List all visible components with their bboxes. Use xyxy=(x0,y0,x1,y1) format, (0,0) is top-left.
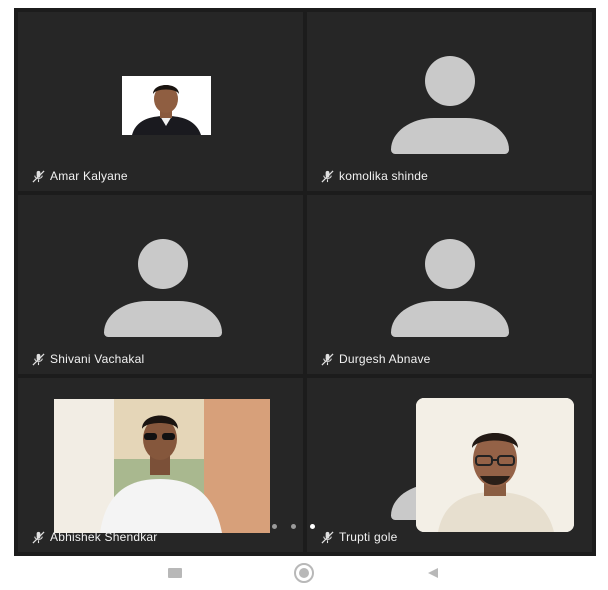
participant-tile[interactable]: komolika shinde xyxy=(307,12,592,191)
avatar-placeholder-icon xyxy=(391,239,509,339)
participant-name: komolika shinde xyxy=(339,169,429,183)
page-indicator xyxy=(272,524,315,529)
avatar-placeholder-icon xyxy=(391,56,509,156)
participant-photo xyxy=(122,76,211,135)
system-nav-bar xyxy=(0,556,608,590)
mic-muted-icon xyxy=(32,169,45,183)
page-dot-active[interactable] xyxy=(310,524,315,529)
home-button[interactable] xyxy=(292,561,316,585)
mic-muted-icon xyxy=(321,169,334,183)
home-icon xyxy=(293,563,314,583)
self-view-video[interactable] xyxy=(416,398,574,532)
recents-icon xyxy=(167,568,182,578)
avatar-placeholder-icon xyxy=(104,239,222,339)
participant-name-label: Trupti gole xyxy=(321,530,397,544)
recents-button[interactable] xyxy=(163,561,187,585)
mic-muted-icon xyxy=(321,352,334,366)
mic-muted-icon xyxy=(321,530,334,544)
participant-tile[interactable]: Amar Kalyane xyxy=(18,12,303,191)
participant-name-label: Amar Kalyane xyxy=(32,169,128,183)
participant-name-label: Durgesh Abnave xyxy=(321,352,431,366)
participant-name-label: Shivani Vachakal xyxy=(32,352,144,366)
participant-name-label: komolika shinde xyxy=(321,169,428,183)
participant-name: Trupti gole xyxy=(339,530,398,544)
back-icon xyxy=(428,568,439,578)
participant-photo xyxy=(54,399,270,533)
participant-tile[interactable]: Abhishek Shendkar xyxy=(18,378,303,552)
mic-muted-icon xyxy=(32,352,45,366)
back-button[interactable] xyxy=(421,561,445,585)
participant-name-label: Abhishek Shendkar xyxy=(32,530,157,544)
participant-tile[interactable]: Shivani Vachakal xyxy=(18,195,303,374)
participant-name: Amar Kalyane xyxy=(50,169,128,183)
participant-tile[interactable]: Durgesh Abnave xyxy=(307,195,592,374)
page-dot[interactable] xyxy=(272,524,277,529)
participant-name: Durgesh Abnave xyxy=(339,352,431,366)
page-dot[interactable] xyxy=(291,524,296,529)
mic-muted-icon xyxy=(32,530,45,544)
participant-name: Abhishek Shendkar xyxy=(50,530,158,544)
participant-name: Shivani Vachakal xyxy=(50,352,145,366)
